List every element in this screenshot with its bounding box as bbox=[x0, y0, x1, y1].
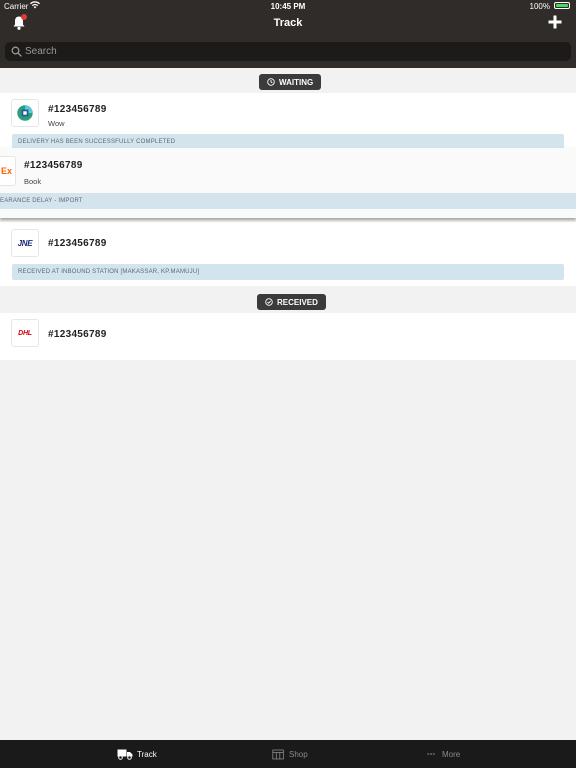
search-bar[interactable] bbox=[5, 42, 571, 61]
fedex-logo-icon: Ex bbox=[0, 156, 16, 186]
search-input[interactable] bbox=[25, 44, 565, 59]
section-received-pill: RECEIVED bbox=[257, 294, 326, 310]
tab-shop-label: Shop bbox=[289, 749, 308, 759]
truck-icon bbox=[117, 749, 133, 760]
shipment-card-2-dragging[interactable]: Ex #123456789 Book EARANCE DELAY - IMPOR… bbox=[0, 148, 576, 218]
section-waiting-label: WAITING bbox=[279, 77, 314, 87]
tracking-number: #123456789 bbox=[48, 329, 107, 340]
dhl-logo-text: DHL bbox=[18, 329, 32, 337]
tracking-number: #123456789 bbox=[48, 104, 107, 115]
clock: 10:45 PM bbox=[270, 2, 306, 11]
battery-icon bbox=[554, 2, 570, 9]
shipment-card-1[interactable]: #123456789 Wow DELIVERY HAS BEEN SUCCESS… bbox=[0, 93, 576, 150]
fedex-logo-text: Ex bbox=[0, 166, 12, 176]
dhl-logo-icon: DHL bbox=[11, 319, 39, 347]
tab-bar: Track Shop More bbox=[0, 740, 576, 768]
system-status-bar: Carrier 10:45 PM 100% bbox=[0, 0, 576, 12]
plus-icon[interactable] bbox=[548, 15, 562, 29]
shipment-note: Book bbox=[24, 177, 42, 186]
tracking-number: #123456789 bbox=[48, 238, 107, 249]
section-received-label: RECEIVED bbox=[277, 297, 318, 307]
shipment-status-text: EARANCE DELAY - IMPORT bbox=[0, 198, 83, 204]
generic-courier-logo-icon bbox=[11, 99, 39, 127]
jne-logo-text: JNE bbox=[17, 238, 33, 248]
tracking-number: #123456789 bbox=[24, 160, 83, 171]
check-circle-icon bbox=[265, 298, 273, 306]
tab-more[interactable]: More bbox=[424, 740, 460, 768]
clock-icon bbox=[267, 78, 275, 86]
jne-logo-icon: JNE bbox=[11, 229, 39, 257]
shipment-note: Wow bbox=[48, 119, 65, 128]
shipment-status-text: RECEIVED AT INBOUND STATION [MAKASSAR, K… bbox=[18, 269, 200, 275]
shipment-card-3[interactable]: JNE #123456789 RECEIVED AT INBOUND STATI… bbox=[0, 222, 576, 286]
search-icon bbox=[11, 46, 22, 57]
shipment-status-text: DELIVERY HAS BEEN SUCCESSFULLY COMPLETED bbox=[18, 139, 176, 145]
shop-icon bbox=[272, 749, 284, 759]
tab-more-label: More bbox=[442, 749, 461, 759]
section-waiting-pill: WAITING bbox=[259, 74, 322, 90]
battery-percent: 100% bbox=[529, 2, 550, 11]
tab-track[interactable]: Track bbox=[117, 740, 157, 768]
more-icon bbox=[427, 752, 435, 756]
shipment-card-4[interactable]: DHL #123456789 bbox=[0, 313, 576, 360]
nav-bar: Track bbox=[0, 12, 576, 36]
shipment-status: EARANCE DELAY - IMPORT bbox=[0, 193, 576, 209]
shipment-status: RECEIVED AT INBOUND STATION [MAKASSAR, K… bbox=[12, 264, 564, 280]
page-title: Track bbox=[273, 17, 303, 29]
tab-shop[interactable]: Shop bbox=[272, 740, 308, 768]
tab-track-label: Track bbox=[137, 749, 157, 759]
top-chrome: Carrier 10:45 PM 100% Track bbox=[0, 0, 576, 68]
